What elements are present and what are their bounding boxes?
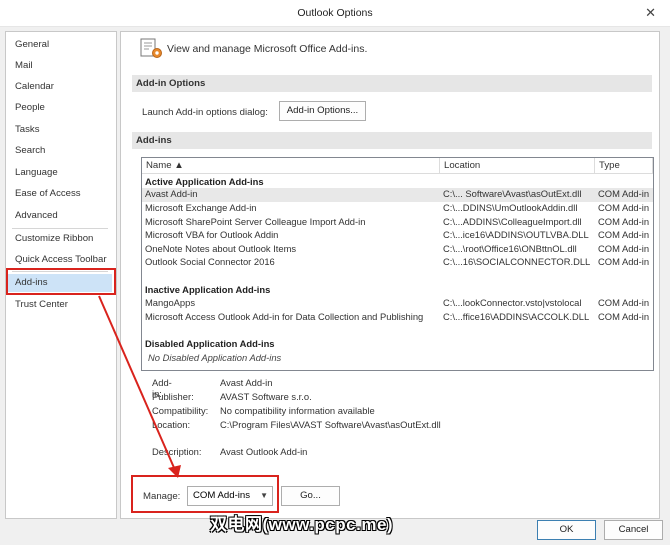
annotation-arrow xyxy=(98,295,181,478)
watermark-text: 双电网(www.pcpc.me) xyxy=(210,515,394,534)
outlook-options-window: Outlook Options ✕ General Mail Calendar … xyxy=(0,0,670,545)
